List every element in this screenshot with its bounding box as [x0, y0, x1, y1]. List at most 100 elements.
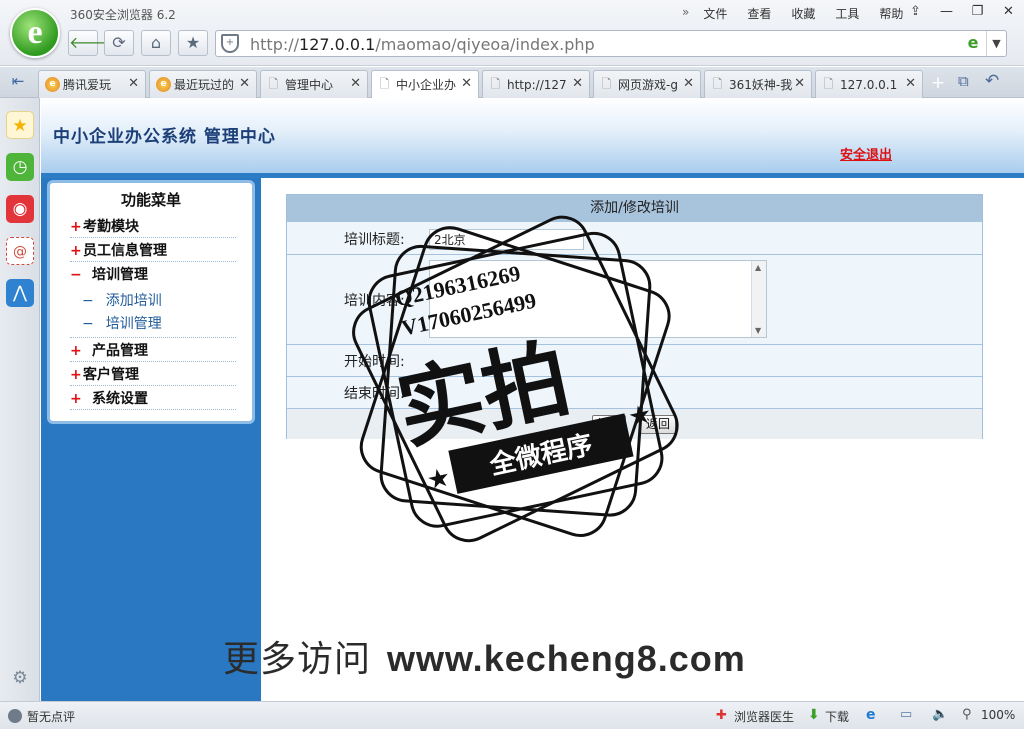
tab-close-icon[interactable]: ✕ — [905, 76, 916, 91]
browser-tab[interactable]: 🗋 中小企业办 ✕ — [371, 70, 479, 99]
pin-icon[interactable]: ⇪ — [900, 2, 931, 22]
tab-close-icon[interactable]: ✕ — [350, 76, 361, 91]
star-icon: ★ — [185, 33, 201, 52]
app-icon[interactable]: ⋀ — [6, 279, 34, 307]
volume-icon[interactable]: 🔈 — [932, 707, 948, 722]
tab-site-icon: e — [156, 77, 171, 92]
textarea-scrollbar[interactable]: ▲ ▼ — [751, 261, 766, 337]
menu-item-product[interactable]: + 产品管理 — [70, 340, 236, 362]
browser-tab[interactable]: 🗋 网页游戏-g ✕ — [593, 70, 701, 98]
return-button[interactable]: 返回 — [640, 415, 676, 434]
form-row-start: 开始时间: — [287, 345, 982, 377]
menu-item-training[interactable]: − 培训管理 — [70, 264, 236, 286]
favorites-star-icon[interactable]: ★ — [6, 111, 34, 139]
history-clock-icon[interactable]: ◷ — [6, 153, 34, 181]
site-title: 中小企业办公系统 管理中心 — [53, 127, 276, 147]
ie-mode-icon[interactable]: e — [964, 34, 982, 52]
menu-favorites[interactable]: 收藏 — [785, 5, 821, 22]
end-time-label: 结束时间: — [344, 386, 405, 402]
window-icon[interactable]: ▭ — [900, 707, 912, 722]
sidebar-toggle-icon[interactable]: ⇤ — [6, 72, 30, 92]
zoom-icon[interactable]: ⚲ — [962, 707, 972, 722]
training-title-input[interactable] — [429, 229, 584, 250]
main-content: 添加/修改培训 培训标题: 培训内容: ▲▼ 开始时间: 结束时间: 提交 返回 — [261, 178, 1024, 701]
browser-menu: » 文件 查看 收藏 工具 帮助 — [676, 5, 917, 22]
tab-close-icon[interactable]: ✕ — [461, 76, 472, 91]
doctor-icon[interactable]: ✚ — [716, 708, 727, 723]
tab-close-icon[interactable]: ✕ — [239, 76, 250, 91]
browser-logo-icon[interactable]: e — [10, 8, 60, 58]
rating-text[interactable]: 暂无点评 — [27, 708, 75, 725]
browser-tab[interactable]: 🗋 管理中心 ✕ — [260, 70, 368, 98]
tab-label: 127.0.0.1 — [840, 78, 898, 92]
minus-icon: − — [70, 267, 82, 283]
menu-item-customer[interactable]: +客户管理 — [70, 364, 236, 386]
settings-gear-icon[interactable]: ⚙ — [10, 668, 30, 688]
rating-icon[interactable] — [8, 709, 22, 723]
submenu-training-manage[interactable]: − 培训管理 — [82, 313, 162, 333]
browser-tab[interactable]: 🗋 127.0.0.1 ✕ — [815, 70, 923, 98]
tab-bar: ⇤ e 腾讯爱玩 ✕ e 最近玩过的 ✕ 🗋 管理中心 ✕ 🗋 中小企业办 ✕ 🗋 http://127 ✕… — [0, 67, 1024, 99]
submit-button[interactable]: 提交 — [592, 415, 626, 434]
minimize-icon[interactable]: — — [931, 2, 962, 22]
page-icon: 🗋 — [490, 77, 501, 91]
form-heading: 添加/修改培训 — [287, 195, 982, 222]
url-text[interactable]: http://127.0.0.1/maomao/qiyeoa/index.php — [250, 35, 595, 54]
browser-tab[interactable]: 🗋 http://127 ✕ — [482, 70, 590, 98]
download-icon[interactable]: ⬇ — [808, 707, 820, 723]
plus-icon: + — [70, 367, 82, 383]
menu-view[interactable]: 查看 — [741, 5, 777, 22]
tab-list-icon[interactable]: ⧉ — [958, 72, 969, 90]
page-header: 中小企业办公系统 管理中心 安全退出 — [41, 98, 1024, 178]
form-row-content: 培训内容: ▲ ▼ — [287, 255, 982, 345]
new-tab-button[interactable]: + — [928, 73, 948, 93]
content-label: 培训内容: — [344, 293, 405, 309]
menu-item-label: 系统设置 — [92, 391, 148, 407]
address-dropdown-icon[interactable]: ▼ — [986, 31, 1006, 56]
menu-file[interactable]: 文件 — [697, 5, 733, 22]
security-shield-icon[interactable]: + — [221, 34, 239, 53]
menu-item-employee-info[interactable]: +员工信息管理 — [70, 240, 236, 262]
browser-tab[interactable]: 🗋 361妖神-我 ✕ — [704, 70, 812, 98]
menu-item-system-settings[interactable]: + 系统设置 — [70, 388, 236, 410]
form-row-actions: 提交 返回 — [287, 409, 982, 439]
scroll-up-icon[interactable]: ▲ — [755, 263, 761, 272]
weibo-icon[interactable]: ◉ — [6, 195, 34, 223]
menu-item-attendance[interactable]: +考勤模块 — [70, 216, 236, 238]
restore-icon[interactable]: ❐ — [962, 2, 993, 22]
page-icon: 🗋 — [268, 77, 279, 91]
mail-at-icon[interactable]: @ — [6, 237, 34, 265]
logout-link[interactable]: 安全退出 — [840, 144, 892, 163]
tab-close-icon[interactable]: ✕ — [683, 76, 694, 91]
form-row-title: 培训标题: — [287, 222, 982, 255]
menu-chevron-icon[interactable]: » — [676, 5, 697, 22]
home-button[interactable]: ⌂ — [141, 30, 171, 56]
training-content-textarea[interactable]: ▲ ▼ — [429, 260, 767, 338]
tab-close-icon[interactable]: ✕ — [572, 76, 583, 91]
undo-close-tab-icon[interactable]: ↶ — [985, 71, 999, 91]
page-icon: 🗋 — [379, 77, 390, 91]
tab-close-icon[interactable]: ✕ — [128, 76, 139, 91]
dash-icon: − — [82, 293, 94, 309]
download-link[interactable]: 下载 — [825, 708, 849, 725]
refresh-button[interactable]: ⟳ — [104, 30, 134, 56]
close-icon[interactable]: ✕ — [993, 2, 1024, 22]
plus-icon: + — [70, 391, 82, 407]
browser-doctor[interactable]: 浏览器医生 — [734, 708, 794, 725]
favorite-button[interactable]: ★ — [178, 30, 208, 56]
plus-icon: + — [70, 343, 82, 359]
browser-tab[interactable]: e 腾讯爱玩 ✕ — [38, 70, 146, 98]
scroll-down-icon[interactable]: ▼ — [755, 326, 761, 335]
function-menu: 功能菜单 +考勤模块 +员工信息管理 − 培训管理 − 添加培训 − 培训管理 + 产品… — [47, 180, 255, 424]
browser-tab[interactable]: e 最近玩过的 ✕ — [149, 70, 257, 98]
refresh-icon: ⟳ — [112, 33, 126, 52]
zoom-level[interactable]: 100% — [981, 708, 1015, 722]
tab-close-icon[interactable]: ✕ — [794, 76, 805, 91]
address-bar[interactable]: + http://127.0.0.1/maomao/qiyeoa/index.p… — [215, 30, 1007, 57]
menu-item-label: 产品管理 — [92, 343, 148, 359]
back-button[interactable]: 🡐 — [68, 30, 112, 56]
submenu-add-training[interactable]: − 添加培训 — [82, 290, 162, 310]
menu-tools[interactable]: 工具 — [829, 5, 865, 22]
tab-label: 网页游戏-g — [618, 78, 678, 92]
ie-icon[interactable]: e — [866, 707, 876, 723]
